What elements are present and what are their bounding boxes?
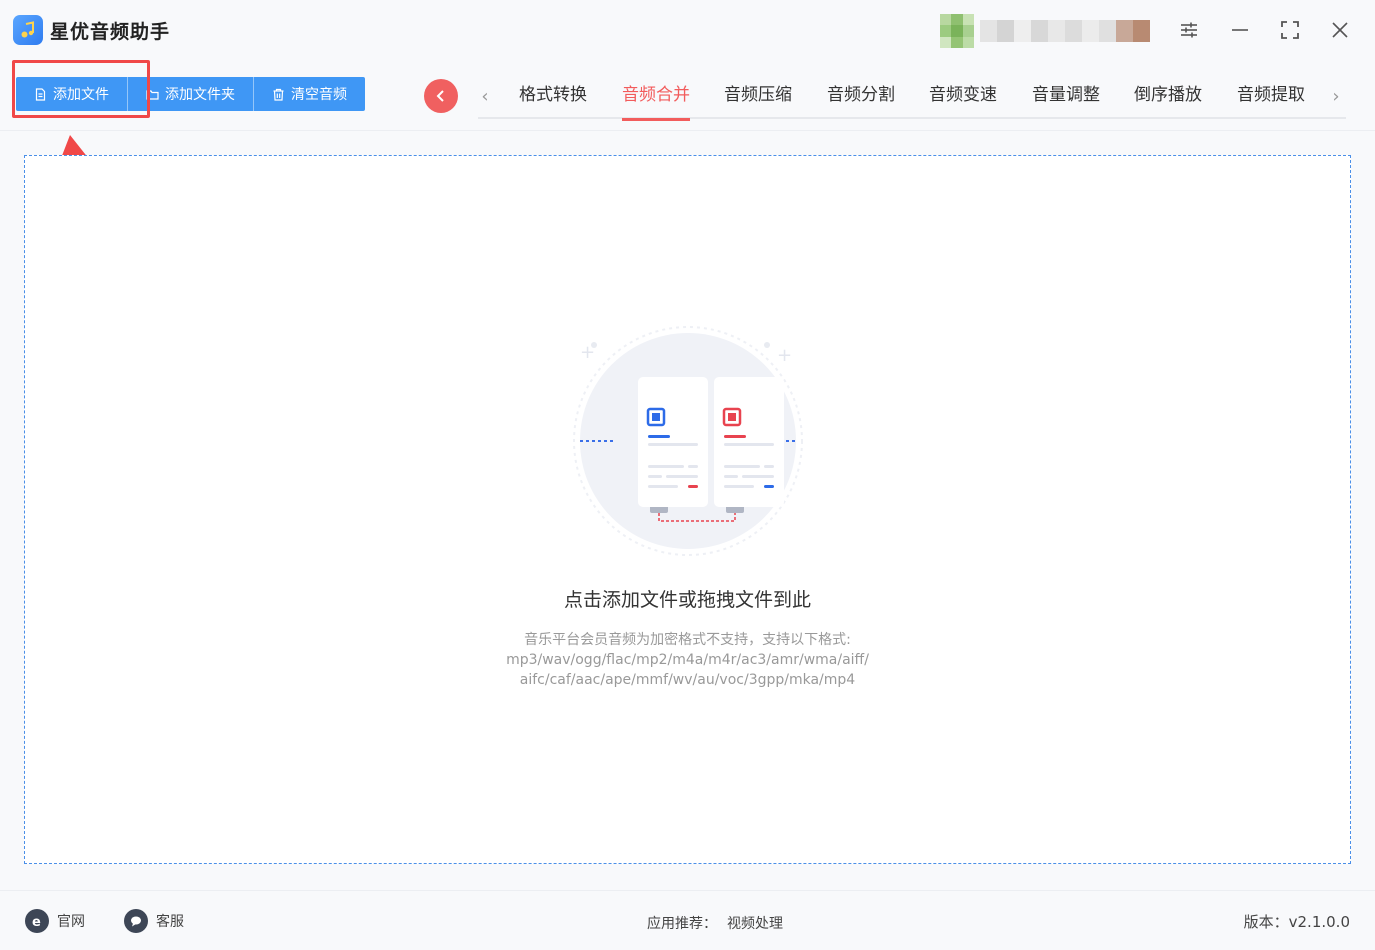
svg-text:+: +: [777, 345, 792, 366]
settings-icon[interactable]: [1176, 17, 1202, 43]
version-text: 版本：v2.1.0.0: [1243, 913, 1350, 931]
support-label: 客服: [156, 914, 184, 930]
video-processing-link[interactable]: 视频处理: [727, 916, 783, 932]
avatar[interactable]: [940, 14, 974, 48]
username-blurred: [980, 20, 1150, 42]
app-recommend: 应用推荐： 视频处理: [647, 913, 783, 933]
chevron-left-icon: [436, 90, 444, 102]
tab-format-convert[interactable]: 格式转换: [519, 80, 587, 119]
user-account[interactable]: [940, 14, 1155, 50]
footer: e 官网 客服 应用推荐： 视频处理 版本：v2.1.0.0: [0, 890, 1375, 950]
app-logo-icon: [13, 15, 43, 45]
add-file-button[interactable]: 添加文件: [16, 77, 128, 111]
add-file-label: 添加文件: [53, 87, 109, 103]
svg-text:e: e: [32, 915, 41, 928]
tab-audio-merge[interactable]: 音频合并: [622, 80, 690, 121]
tab-audio-speed[interactable]: 音频变速: [929, 80, 997, 119]
maximize-icon[interactable]: [1277, 17, 1303, 43]
minimize-icon[interactable]: [1227, 17, 1253, 43]
toolbar: 添加文件 添加文件夹 清空音频: [16, 77, 365, 111]
folder-icon: [146, 89, 159, 100]
trash-icon: [273, 88, 284, 101]
add-folder-label: 添加文件夹: [165, 87, 235, 103]
tab-audio-split[interactable]: 音频分割: [827, 80, 895, 119]
website-link[interactable]: e 官网: [25, 909, 85, 933]
recommend-label: 应用推荐：: [647, 916, 717, 932]
add-folder-button[interactable]: 添加文件夹: [128, 77, 254, 111]
drop-zone-hint-line: 音乐平台会员音频为加密格式不支持，支持以下格式:: [524, 632, 851, 648]
header-divider: [0, 130, 1375, 131]
tab-audio-extract[interactable]: 音频提取: [1237, 80, 1305, 119]
drop-zone-title: 点击添加文件或拖拽文件到此: [563, 589, 811, 611]
clear-audio-label: 清空音频: [291, 87, 347, 103]
tab-reverse-play[interactable]: 倒序播放: [1134, 80, 1202, 119]
title-bar: 星优音频助手: [0, 0, 1375, 62]
file-drop-zone[interactable]: + + 点击添加文件或拖拽文件到此 音乐平台会员音频为加密格式不支持，支持以下格…: [24, 155, 1351, 864]
clear-audio-button[interactable]: 清空音频: [254, 77, 365, 111]
chat-bubble-icon: [124, 909, 148, 933]
merge-illustration: + +: [573, 326, 803, 556]
app-title: 星优音频助手: [50, 21, 171, 43]
file-icon: [35, 87, 46, 101]
feature-tabs: 格式转换 音频合并 音频压缩 音频分割 音频变速 音量调整 倒序播放 音频提取: [478, 80, 1346, 121]
collapse-sidebar-button[interactable]: [424, 79, 458, 113]
browser-e-icon: e: [25, 909, 49, 933]
support-link[interactable]: 客服: [124, 909, 184, 933]
website-label: 官网: [57, 914, 85, 930]
tab-audio-compress[interactable]: 音频压缩: [724, 80, 792, 119]
close-icon[interactable]: [1327, 17, 1353, 43]
tab-volume-adjust[interactable]: 音量调整: [1032, 80, 1100, 119]
drop-zone-hint-line: mp3/wav/ogg/flac/mp2/m4a/m4r/ac3/amr/wma…: [506, 652, 869, 668]
tabs-scroll-right-icon[interactable]: ›: [1328, 85, 1344, 107]
drop-zone-hint-line: aifc/caf/aac/ape/mmf/wv/au/voc/3gpp/mka/…: [519, 672, 856, 688]
